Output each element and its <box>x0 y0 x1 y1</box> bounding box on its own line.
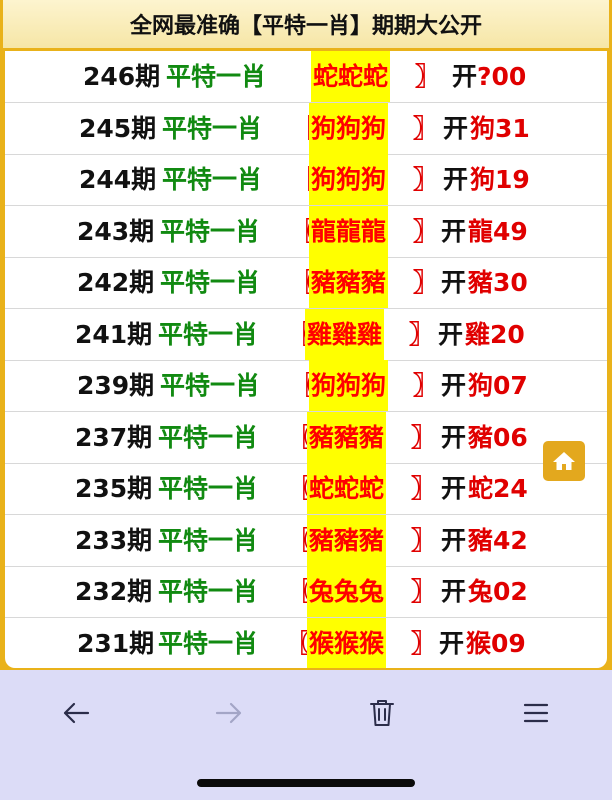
bracket-right: 〗 <box>413 371 439 400</box>
zodiac-pick: 豬豬豬 <box>307 411 387 463</box>
back-button[interactable] <box>56 698 96 728</box>
result: 狗31 <box>470 113 530 143</box>
result: 猴09 <box>466 628 526 658</box>
prediction-table: 246期 平特一肖 〖 蛇蛇蛇 〗 开 ?00 245期 平特一肖 〖 狗狗狗 … <box>5 51 607 668</box>
label: 平特一肖 <box>158 525 259 555</box>
bracket-right: 〗 <box>411 577 437 606</box>
bracket-right: 〗 <box>413 165 439 194</box>
table-row: 239期 平特一肖 〖 狗狗狗 〗 开 狗07 <box>5 360 607 412</box>
label: 平特一肖 <box>162 165 263 194</box>
zodiac-pick: 蛇蛇蛇 <box>307 463 387 514</box>
bracket-right: 〗 <box>411 525 437 555</box>
label: 平特一肖 <box>158 628 259 658</box>
open-label: 开 <box>439 628 465 658</box>
period: 235期 <box>75 474 153 503</box>
label: 平特一肖 <box>162 113 263 143</box>
label: 平特一肖 <box>160 371 261 400</box>
open-label: 开 <box>443 165 469 194</box>
table-row: 241期 平特一肖 〖 雞雞雞 〗 开 雞20 <box>5 308 607 361</box>
label: 平特一肖 <box>158 422 259 452</box>
result: 狗07 <box>468 371 528 400</box>
table-row: 242期 平特一肖 〖 豬豬豬 〗 开 豬30 <box>5 257 607 309</box>
arrow-right-icon <box>215 702 242 724</box>
open-label: 开 <box>441 216 467 246</box>
open-label: 开 <box>452 62 478 91</box>
zodiac-pick: 狗狗狗 <box>309 154 389 205</box>
table-row: 246期 平特一肖 〖 蛇蛇蛇 〗 开 ?00 <box>5 51 607 103</box>
open-label: 开 <box>441 268 467 297</box>
open-label: 开 <box>441 371 467 400</box>
open-label: 开 <box>438 319 464 349</box>
bracket-right: 〗 <box>411 474 437 503</box>
table-row: 235期 平特一肖 〖 蛇蛇蛇 〗 开 蛇24 <box>5 463 607 515</box>
bracket-right: 〗 <box>413 216 439 246</box>
bracket-right: 〗 <box>415 62 441 91</box>
trash-icon <box>370 700 394 726</box>
label: 平特一肖 <box>158 577 259 606</box>
period: 233期 <box>75 525 153 555</box>
delete-button[interactable] <box>362 698 402 728</box>
period: 246期 <box>83 62 161 91</box>
table-row: 244期 平特一肖 〖 狗狗狗 〗 开 狗19 <box>5 154 607 206</box>
label: 平特一肖 <box>160 216 261 246</box>
label: 平特一肖 <box>160 268 261 297</box>
period: 244期 <box>79 165 157 194</box>
table-row: 243期 平特一肖 〖 龍龍龍 〗 开 龍49 <box>5 205 607 258</box>
table-row: 232期 平特一肖 〖 兔兔兔 〗 开 兔02 <box>5 566 607 618</box>
menu-button[interactable] <box>516 698 556 728</box>
period: 232期 <box>75 577 153 606</box>
period: 241期 <box>75 319 153 349</box>
open-label: 开 <box>441 422 467 452</box>
result: 豬42 <box>468 525 528 555</box>
table-row: 245期 平特一肖 〖 狗狗狗 〗 开 狗31 <box>5 102 607 155</box>
result: 龍49 <box>468 216 528 246</box>
zodiac-pick: 猴猴猴 <box>307 617 387 668</box>
result: ?00 <box>477 62 527 91</box>
bracket-right: 〗 <box>411 628 437 658</box>
zodiac-pick: 兔兔兔 <box>307 566 387 617</box>
result: 狗19 <box>470 165 530 194</box>
result: 豬30 <box>468 268 528 297</box>
open-label: 开 <box>441 577 467 606</box>
period: 239期 <box>77 371 155 400</box>
zodiac-pick: 狗狗狗 <box>309 102 389 154</box>
table-row: 237期 平特一肖 〖 豬豬豬 〗 开 豬06 <box>5 411 607 464</box>
page-title: 全网最准确【平特一肖】期期大公开 <box>3 0 609 48</box>
table-row: 233期 平特一肖 〖 豬豬豬 〗 开 豬42 <box>5 514 607 567</box>
result: 兔02 <box>468 577 528 606</box>
open-label: 开 <box>441 525 467 555</box>
zodiac-pick: 龍龍龍 <box>309 205 389 257</box>
zodiac-pick: 蛇蛇蛇 <box>311 51 391 102</box>
label: 平特一肖 <box>158 319 259 349</box>
result: 蛇24 <box>468 474 528 503</box>
bracket-right: 〗 <box>409 319 435 349</box>
result: 雞20 <box>465 319 525 349</box>
bracket-right: 〗 <box>411 422 437 452</box>
arrow-left-icon <box>63 702 90 724</box>
page-frame: 全网最准确【平特一肖】期期大公开 246期 平特一肖 〖 蛇蛇蛇 〗 开 ?00… <box>0 0 612 670</box>
forward-button[interactable] <box>209 698 249 728</box>
zodiac-pick: 雞雞雞 <box>305 308 385 360</box>
period: 231期 <box>77 628 155 658</box>
hamburger-menu-icon <box>523 703 549 723</box>
label: 平特一肖 <box>166 62 267 91</box>
period: 237期 <box>75 422 153 452</box>
period: 242期 <box>77 268 155 297</box>
result: 豬06 <box>468 422 528 452</box>
period: 245期 <box>79 113 157 143</box>
bracket-right: 〗 <box>413 268 439 297</box>
table-row: 231期 平特一肖 〖 猴猴猴 〗 开 猴09 <box>5 617 607 668</box>
label: 平特一肖 <box>158 474 259 503</box>
home-icon <box>553 452 575 470</box>
open-label: 开 <box>443 113 469 143</box>
bracket-right: 〗 <box>413 113 439 143</box>
zodiac-pick: 狗狗狗 <box>309 360 389 411</box>
zodiac-pick: 豬豬豬 <box>307 514 387 566</box>
period: 243期 <box>77 216 155 246</box>
zodiac-pick: 豬豬豬 <box>309 257 389 308</box>
home-button[interactable] <box>543 441 585 481</box>
open-label: 开 <box>441 474 467 503</box>
home-indicator[interactable] <box>197 779 415 787</box>
